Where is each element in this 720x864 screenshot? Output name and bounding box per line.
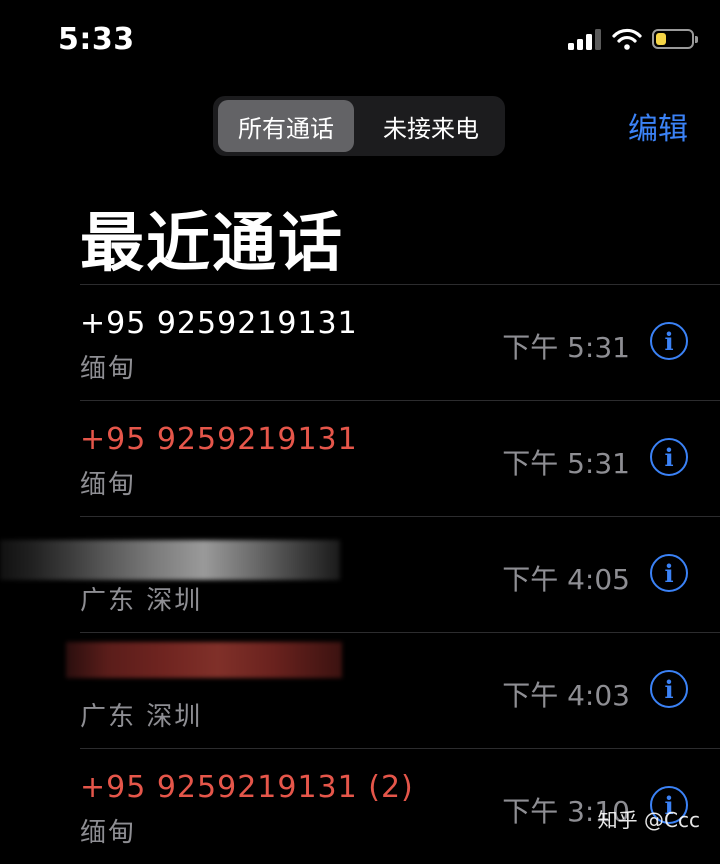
status-icons xyxy=(568,28,698,50)
caller-location: 缅甸 xyxy=(80,818,137,848)
caller-location: 广东 深圳 xyxy=(80,586,203,616)
info-icon[interactable]: i xyxy=(650,554,688,592)
recent-calls-list: +95 9259219131 缅甸 下午 5:31 i +95 92592191… xyxy=(0,284,720,864)
tab-all-calls[interactable]: 所有通话 xyxy=(218,100,354,152)
info-icon[interactable]: i xyxy=(650,438,688,476)
caller-location: 缅甸 xyxy=(80,354,137,384)
status-time: 5:33 xyxy=(58,22,135,57)
redacted-number xyxy=(66,642,342,678)
caller-number: +95 9259219131 xyxy=(80,306,358,341)
call-row[interactable]: 广东 深圳 下午 4:03 i xyxy=(0,632,720,748)
call-row[interactable]: +95 9259219131 缅甸 下午 5:31 i xyxy=(0,400,720,516)
cellular-signal-icon xyxy=(568,29,601,50)
edit-button[interactable]: 编辑 xyxy=(628,104,688,148)
row-divider xyxy=(80,516,720,517)
battery-level xyxy=(656,33,666,45)
call-row[interactable]: 广东 深圳 下午 4:05 i xyxy=(0,516,720,632)
call-time: 下午 4:05 xyxy=(502,563,630,596)
row-divider xyxy=(80,284,720,285)
status-bar: 5:33 xyxy=(0,0,720,88)
caller-location: 缅甸 xyxy=(80,470,137,500)
row-divider xyxy=(80,748,720,749)
page-title: 最近通话 xyxy=(80,207,344,281)
call-row[interactable]: +95 9259219131 缅甸 下午 5:31 i xyxy=(0,284,720,400)
info-icon[interactable]: i xyxy=(650,670,688,708)
call-time: 下午 5:31 xyxy=(502,447,630,480)
call-time: 下午 4:03 xyxy=(502,679,630,712)
redacted-number xyxy=(0,540,340,580)
battery-icon xyxy=(652,29,698,49)
watermark: 知乎 @Ccc xyxy=(597,808,700,832)
row-divider xyxy=(80,400,720,401)
call-time: 下午 5:31 xyxy=(502,331,630,364)
caller-location: 广东 深圳 xyxy=(80,702,203,732)
wifi-icon xyxy=(612,28,642,50)
caller-number: +95 9259219131 (2) xyxy=(80,770,414,805)
row-divider xyxy=(80,632,720,633)
info-icon[interactable]: i xyxy=(650,322,688,360)
caller-number: +95 9259219131 xyxy=(80,422,358,457)
tab-missed-calls[interactable]: 未接来电 xyxy=(361,100,501,152)
call-filter-segmented-control: 所有通话 未接来电 xyxy=(213,96,505,156)
